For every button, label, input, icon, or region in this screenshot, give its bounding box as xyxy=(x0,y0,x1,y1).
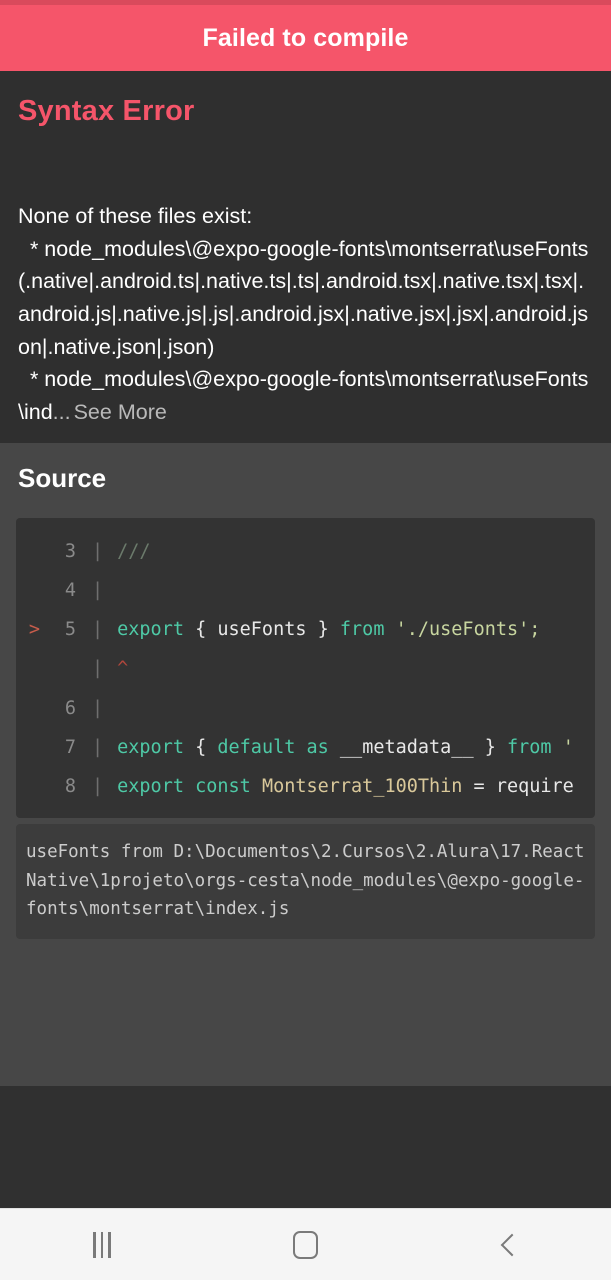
page-title: Failed to compile xyxy=(202,23,409,52)
code-line-number: 7 xyxy=(64,736,76,758)
code-line-number: 3 xyxy=(64,540,76,562)
code-token-comment: /// xyxy=(117,540,151,562)
gutter-divider: | xyxy=(92,658,104,680)
code-token-plain: { useFonts } xyxy=(195,619,340,641)
source-file-path: useFonts from D:\Documentos\2.Cursos\2.A… xyxy=(16,824,595,940)
home-button[interactable] xyxy=(251,1216,359,1274)
code-line-text: ^ xyxy=(117,649,595,688)
code-line-number: 5 xyxy=(64,619,76,641)
code-token-caret: ^ xyxy=(117,658,129,680)
code-snippet-block[interactable]: 3 |///4 | >5 | export { useFonts } from './us… xyxy=(16,517,595,819)
code-token-kw: export xyxy=(117,736,196,758)
code-token-fn: Montserrat_100Thin xyxy=(261,776,463,798)
code-token-kw: export const xyxy=(117,776,262,798)
gutter-divider: | xyxy=(92,776,104,798)
gutter-divider: | xyxy=(92,736,104,758)
code-token-kw: from xyxy=(507,736,563,758)
code-line: >5 | export { useFonts } from './useFonts'… xyxy=(16,610,595,649)
see-more-link[interactable]: See More xyxy=(74,400,167,424)
gutter-divider: | xyxy=(92,619,104,641)
code-token-kw: from xyxy=(339,619,396,641)
code-line: 4 | xyxy=(16,571,595,610)
source-section-filler xyxy=(0,965,611,1086)
error-message-body: None of these files exist: * node_module… xyxy=(18,204,589,425)
truncation-ellipsis: ... xyxy=(52,400,71,425)
recents-icon xyxy=(93,1231,111,1258)
code-line-text: export const Montserrat_100Thin = requir… xyxy=(117,767,595,806)
recents-button[interactable] xyxy=(48,1216,156,1274)
error-line-marker: > xyxy=(28,619,40,641)
back-button[interactable] xyxy=(455,1216,563,1274)
source-section: Source 3 |///4 | >5 | export { useFonts } fro… xyxy=(0,442,611,966)
code-line: | ^ xyxy=(16,649,595,688)
error-message-text: None of these files exist: * node_module… xyxy=(18,200,593,429)
code-line-text: export { useFonts } from './useFonts'; xyxy=(117,610,595,649)
code-line: 6 | xyxy=(16,689,595,728)
code-line: 7 | export { default as __metadata__ } fro… xyxy=(16,728,595,767)
error-kind-heading: Syntax Error xyxy=(18,95,195,127)
code-token-str: './useFonts'; xyxy=(395,619,541,641)
code-line-text: /// xyxy=(117,532,595,571)
code-token-plain: = require xyxy=(462,776,574,798)
gutter-divider: | xyxy=(92,540,104,562)
code-line: 3 | /// xyxy=(16,532,595,571)
code-line-number: 8 xyxy=(64,776,76,798)
code-token-plain: { xyxy=(195,736,218,758)
code-token-kw: as xyxy=(306,736,340,758)
code-line-number: 4 xyxy=(64,579,76,601)
android-navigation-bar xyxy=(0,1208,611,1280)
page-background-filler xyxy=(0,1086,611,1208)
gutter-divider: | xyxy=(92,697,104,719)
code-token-kw: default xyxy=(217,736,307,758)
error-overlay-screen: Failed to compile Syntax Error None of t… xyxy=(0,0,611,1280)
gutter-divider: | xyxy=(92,579,104,601)
code-line-text: export { default as __metadata__ } from … xyxy=(117,728,595,767)
code-token-plain: __metadata__ } xyxy=(339,736,507,758)
home-icon xyxy=(292,1230,318,1259)
code-lines-container: 3 |///4 | >5 | export { useFonts } from './us… xyxy=(16,532,595,807)
code-token-kw: export xyxy=(117,619,196,641)
code-token-str: ' xyxy=(562,736,574,758)
code-line: 8 | export const Montserrat_100Thin = requ… xyxy=(16,767,595,806)
source-heading: Source xyxy=(18,462,107,493)
back-chevron-icon xyxy=(500,1233,524,1256)
error-body-panel: Syntax Error None of these files exist: … xyxy=(0,71,611,443)
code-line-number: 6 xyxy=(64,697,76,719)
error-header-bar: Failed to compile xyxy=(0,5,611,71)
